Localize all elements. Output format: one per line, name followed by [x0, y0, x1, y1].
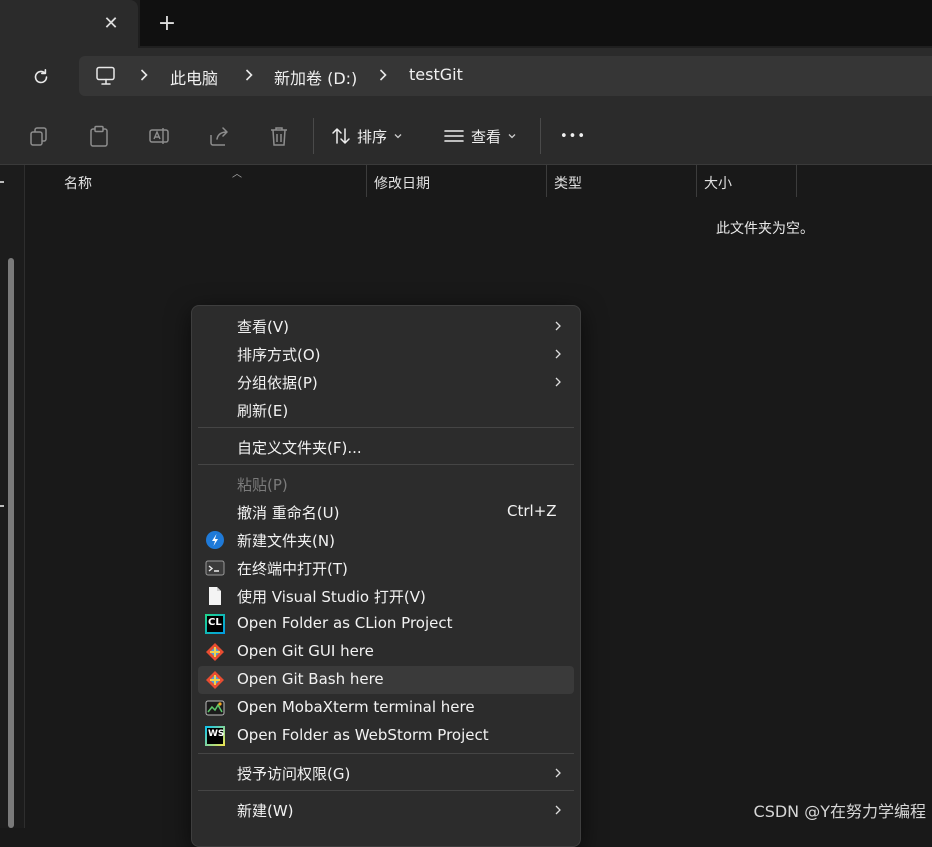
breadcrumb-drive-d[interactable]: 新加卷 (D:) [274, 65, 357, 89]
shortcut-label: Ctrl+Z [507, 502, 557, 520]
chevron-right-icon [555, 768, 561, 778]
menu-item-git-bash[interactable]: Open Git Bash here [198, 666, 574, 694]
column-header-row: ︿ 名称 修改日期 类型 大小 [26, 165, 932, 197]
git-icon [206, 671, 224, 689]
mobaxterm-icon [205, 700, 225, 716]
tab-current[interactable]: ✕ [0, 0, 138, 48]
menu-item-open-visual-studio[interactable]: 使用 Visual Studio 打开(V) [198, 582, 574, 610]
column-size[interactable]: 大小 [704, 173, 732, 193]
more-icon: ••• [560, 128, 587, 144]
column-divider[interactable] [696, 165, 697, 197]
menu-item-give-access[interactable]: 授予访问权限(G) [198, 759, 574, 787]
chevron-right-icon [555, 377, 561, 387]
menu-item-new-folder[interactable]: 新建文件夹(N) [198, 526, 574, 554]
nav-item-marker [0, 505, 4, 507]
rename-icon[interactable] [148, 125, 170, 147]
paste-icon[interactable] [88, 125, 110, 147]
column-divider[interactable] [546, 165, 547, 197]
close-tab-button[interactable]: ✕ [100, 12, 122, 34]
more-button[interactable]: ••• [560, 124, 586, 148]
column-type[interactable]: 类型 [554, 173, 582, 193]
sort-icon [332, 128, 350, 144]
sort-caret-icon: ︿ [232, 169, 242, 180]
copy-icon[interactable] [28, 125, 50, 147]
chevron-right-icon[interactable] [242, 67, 256, 83]
sort-label: 排序 [357, 127, 388, 146]
clion-icon: CL [205, 614, 225, 634]
refresh-icon[interactable] [28, 64, 54, 90]
menu-item-refresh[interactable]: 刷新(E) [198, 396, 574, 424]
address-bar[interactable]: 此电脑 新加卷 (D:) testGit [79, 56, 932, 96]
command-bar: 排序 查看 ••• [0, 108, 932, 165]
breadcrumb-testgit[interactable]: testGit [409, 65, 463, 84]
chevron-right-icon [555, 805, 561, 815]
tab-strip-background [140, 0, 932, 46]
breadcrumb-this-pc[interactable]: 此电脑 [170, 65, 218, 89]
menu-item-git-gui[interactable]: Open Git GUI here [198, 638, 574, 666]
menu-item-webstorm[interactable]: WS Open Folder as WebStorm Project [198, 722, 574, 750]
menu-item-clion[interactable]: CL Open Folder as CLion Project [198, 610, 574, 638]
computer-icon [95, 66, 117, 86]
menu-separator [198, 427, 574, 428]
context-menu: 查看(V) 排序方式(O) 分组依据(P) 刷新(E) 自定义文件夹(F)...… [191, 305, 581, 847]
navigation-scrollbar[interactable] [8, 258, 14, 828]
chevron-right-icon [555, 321, 561, 331]
menu-separator [198, 753, 574, 754]
tab-bar: ✕ + [0, 0, 932, 48]
new-tab-button[interactable]: + [156, 11, 178, 36]
menu-item-group-by[interactable]: 分组依据(P) [198, 368, 574, 396]
delete-icon[interactable] [268, 125, 290, 147]
menu-item-open-terminal[interactable]: 在终端中打开(T) [198, 554, 574, 582]
chevron-right-icon[interactable] [137, 67, 151, 83]
menu-item-mobaxterm[interactable]: Open MobaXterm terminal here [198, 694, 574, 722]
git-icon [206, 643, 224, 661]
column-divider[interactable] [796, 165, 797, 197]
column-divider[interactable] [366, 165, 367, 197]
terminal-icon [205, 560, 225, 576]
toolbar-divider [540, 118, 541, 154]
nav-item-marker [0, 181, 4, 183]
chevron-right-icon[interactable] [376, 67, 390, 83]
view-icon [444, 130, 464, 142]
menu-item-paste: 粘贴(P) [237, 476, 288, 494]
address-row: 此电脑 新加卷 (D:) testGit [0, 48, 932, 108]
webstorm-icon: WS [205, 726, 225, 746]
share-icon[interactable] [208, 125, 230, 147]
document-icon [209, 587, 221, 605]
chevron-down-icon [394, 134, 402, 139]
menu-item-undo-rename[interactable]: 撤消 重命名(U) Ctrl+Z [198, 498, 574, 526]
new-folder-icon [206, 531, 224, 549]
column-date[interactable]: 修改日期 [374, 173, 430, 193]
chevron-down-icon [508, 134, 516, 139]
view-label: 查看 [471, 127, 502, 146]
watermark: CSDN @Y在努力学编程 [753, 802, 926, 821]
chevron-right-icon [555, 349, 561, 359]
sort-button[interactable]: 排序 [331, 124, 403, 148]
view-button[interactable]: 查看 [443, 124, 517, 148]
menu-item-view[interactable]: 查看(V) [198, 312, 574, 340]
menu-item-customize-folder[interactable]: 自定义文件夹(F)... [198, 433, 574, 461]
menu-separator [198, 464, 574, 465]
empty-folder-message: 此文件夹为空。 [716, 221, 814, 237]
menu-item-sort-by[interactable]: 排序方式(O) [198, 340, 574, 368]
menu-separator [198, 790, 574, 791]
toolbar-divider [313, 118, 314, 154]
menu-item-new[interactable]: 新建(W) [198, 796, 574, 824]
column-name[interactable]: 名称 [64, 173, 92, 193]
